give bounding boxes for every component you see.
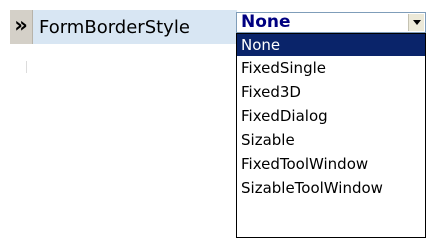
grid-divider-mark: [26, 61, 27, 73]
chevron-double-right-icon: »: [14, 13, 28, 37]
list-item-fixed3d[interactable]: Fixed3D: [237, 80, 425, 104]
list-item-fixedtoolwindow[interactable]: FixedToolWindow: [237, 152, 425, 176]
formborderstyle-combo[interactable]: None: [236, 12, 426, 33]
list-item-sizabletoolwindow[interactable]: SizableToolWindow: [237, 176, 425, 200]
list-item-sizable[interactable]: Sizable: [237, 128, 425, 152]
combo-selected-value: None: [241, 12, 291, 32]
list-item-fixeddialog[interactable]: FixedDialog: [237, 104, 425, 128]
formborderstyle-dropdown-list: None FixedSingle Fixed3D FixedDialog Siz…: [236, 33, 426, 238]
list-item-fixedsingle[interactable]: FixedSingle: [237, 56, 425, 80]
list-item-none[interactable]: None: [237, 34, 425, 56]
property-row-glyph-column: »: [10, 10, 33, 44]
arrow-down-icon: [412, 20, 421, 25]
combo-dropdown-button[interactable]: [408, 14, 424, 31]
property-name: FormBorderStyle: [33, 10, 237, 44]
properties-window: » FormBorderStyle None None FixedSingle …: [0, 0, 432, 240]
